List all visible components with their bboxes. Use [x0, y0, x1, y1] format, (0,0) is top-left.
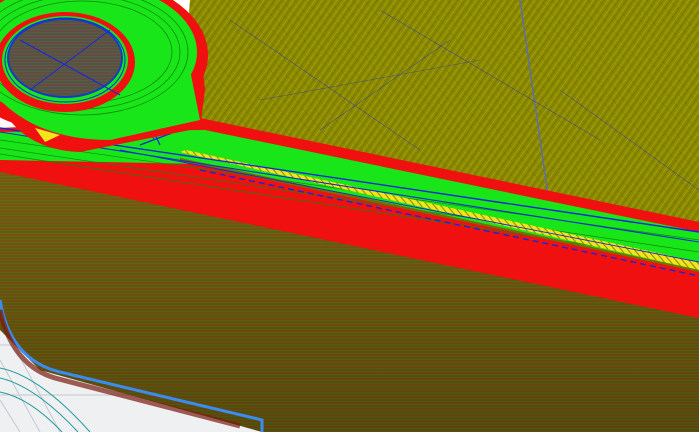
cylinder-boss — [0, 0, 208, 152]
gcode-3d-viewport[interactable] — [0, 0, 699, 432]
gcode-preview-canvas[interactable] — [0, 0, 699, 432]
